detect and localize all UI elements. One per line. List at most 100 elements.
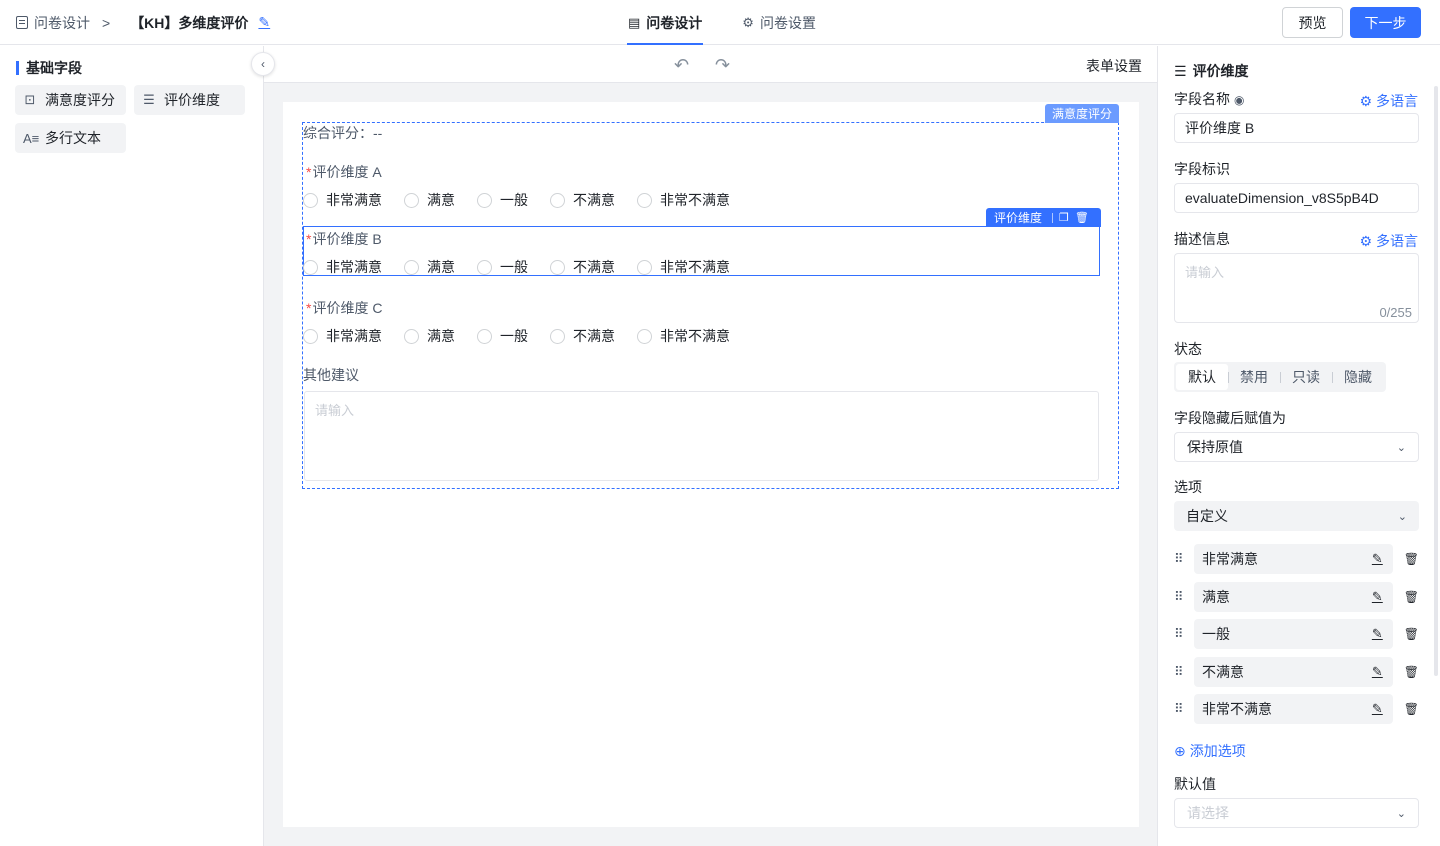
tab-survey-settings[interactable]: ⚙ 问卷设置 (741, 0, 817, 45)
status-default[interactable]: 默认 (1176, 364, 1228, 390)
redo-icon[interactable]: ↷ (715, 55, 730, 76)
radio-circle[interactable] (637, 328, 652, 344)
dimension-c-options: 非常满意 满意 一般 不满意 非常不满意 (303, 326, 752, 346)
option-input[interactable]: 非常满意 ✎ (1193, 544, 1393, 574)
radio-option[interactable]: 一般 (477, 257, 528, 277)
edit-icon[interactable]: ✎ (1372, 589, 1383, 605)
field-evaluation-dimension[interactable]: ☰ 评价维度 (134, 85, 245, 115)
radio-option[interactable]: 满意 (404, 190, 455, 210)
radio-option[interactable]: 不满意 (550, 190, 615, 210)
chevron-left-icon: ‹ (261, 57, 265, 71)
drag-handle-icon[interactable]: ⠿ (1174, 551, 1186, 567)
radio-option[interactable]: 不满意 (550, 257, 615, 277)
radio-circle[interactable] (637, 259, 652, 275)
option-input[interactable]: 非常不满意 ✎ (1193, 694, 1393, 724)
status-disabled[interactable]: 禁用 (1228, 364, 1280, 390)
radio-option[interactable]: 不满意 (550, 326, 615, 346)
drag-handle-icon[interactable]: ⠿ (1174, 589, 1186, 605)
radio-option[interactable]: 非常不满意 (637, 326, 730, 346)
field-multiline-text[interactable]: A≡ 多行文本 (15, 123, 126, 153)
delete-icon[interactable]: 🗑 (1404, 665, 1419, 679)
gear-icon: ⚙ (1359, 232, 1372, 249)
collapse-panel-button[interactable]: ‹ (251, 52, 275, 76)
delete-icon[interactable]: 🗑 (1404, 552, 1419, 566)
properties-panel: ☰ 评价维度 字段名称 ◉ ⚙ 多语言 评价维度 B 字段标识 evaluateDi… (1157, 46, 1440, 846)
field-id-input[interactable]: evaluateDimension_v8S5pB4D (1174, 183, 1419, 213)
field-name-input[interactable]: 评价维度 B (1174, 113, 1419, 143)
radio-circle[interactable] (477, 328, 492, 344)
default-value-select[interactable]: 请选择 ⌄ (1174, 798, 1419, 828)
radio-circle[interactable] (550, 192, 565, 208)
option-item: ⠿ 满意 ✎ 🗑 (1174, 582, 1419, 612)
delete-icon[interactable]: 🗑 (1075, 211, 1089, 224)
radio-option[interactable]: 非常满意 (303, 257, 382, 277)
radio-circle[interactable] (550, 259, 565, 275)
next-step-button[interactable]: 下一步 (1350, 7, 1421, 38)
status-segmented-control: 默认 禁用 只读 隐藏 (1174, 362, 1386, 392)
copy-icon[interactable]: ❐ (1059, 211, 1069, 224)
add-option-button[interactable]: ⊕ 添加选项 (1174, 741, 1246, 761)
radio-option[interactable]: 满意 (404, 257, 455, 277)
breadcrumb-root[interactable]: 问卷设计 (34, 13, 90, 33)
tab-survey-design[interactable]: ▤ 问卷设计 (627, 0, 704, 45)
option-label: 不满意 (573, 192, 615, 208)
status-readonly[interactable]: 只读 (1280, 364, 1332, 390)
radio-option[interactable]: 非常不满意 (637, 257, 730, 277)
label-text: 字段名称 (1174, 91, 1230, 107)
selected-field-tag: 评价维度 (994, 211, 1043, 225)
edit-icon[interactable]: ✎ (1372, 701, 1383, 717)
delete-icon[interactable]: 🗑 (1404, 702, 1419, 716)
radio-circle[interactable] (303, 192, 318, 208)
delete-icon[interactable]: 🗑 (1404, 627, 1419, 641)
form-settings-link[interactable]: 表单设置 (1086, 56, 1142, 76)
edit-icon[interactable]: ✎ (1372, 551, 1383, 567)
hidden-value-label: 字段隐藏后赋值为 (1174, 410, 1286, 426)
undo-icon[interactable]: ↶ (674, 55, 689, 76)
radio-option[interactable]: 一般 (477, 326, 528, 346)
option-text: 非常满意 (1201, 551, 1258, 567)
drag-handle-icon[interactable]: ⠿ (1174, 701, 1186, 717)
radio-circle[interactable] (550, 328, 565, 344)
field-satisfaction-rating[interactable]: ⊡ 满意度评分 (15, 85, 126, 115)
description-textarea[interactable]: 请输入 0/255 (1174, 253, 1419, 323)
dimension-b-selected[interactable]: 评价维度 ❐ 🗑 *评价维度 B 非常满意 满意 一般 不满意 非常不满意 (303, 208, 1101, 277)
radio-circle[interactable] (303, 259, 318, 275)
radio-circle[interactable] (404, 259, 419, 275)
option-input[interactable]: 满意 ✎ (1193, 582, 1393, 612)
edit-icon[interactable]: ✎ (258, 14, 270, 31)
radio-circle[interactable] (404, 192, 419, 208)
edit-icon[interactable]: ✎ (1372, 626, 1383, 642)
document-icon (16, 16, 28, 29)
multilang-link[interactable]: ⚙ 多语言 (1359, 231, 1418, 251)
radio-circle[interactable] (303, 328, 318, 344)
dimension-a-label: *评价维度 A (306, 162, 382, 182)
radio-circle[interactable] (637, 192, 652, 208)
radio-option[interactable]: 非常满意 (303, 190, 382, 210)
radio-circle[interactable] (477, 192, 492, 208)
drag-handle-icon[interactable]: ⠿ (1174, 626, 1186, 642)
radio-circle[interactable] (477, 259, 492, 275)
option-label: 一般 (500, 192, 528, 208)
breadcrumb: 问卷设计 > 【KH】多维度评价 ✎ (16, 0, 270, 45)
scrollbar[interactable] (1434, 86, 1438, 676)
preview-button[interactable]: 预览 (1282, 7, 1343, 38)
options-mode-select[interactable]: 自定义 ⌄ (1174, 501, 1419, 531)
radio-option[interactable]: 非常满意 (303, 326, 382, 346)
satisfaction-group[interactable]: 满意度评分 综合评分：-- *评价维度 A 非常满意 满意 一般 不满意 非常不… (302, 104, 1119, 489)
radio-circle[interactable] (404, 328, 419, 344)
status-hidden[interactable]: 隐藏 (1332, 364, 1384, 390)
multilang-link[interactable]: ⚙ 多语言 (1359, 91, 1418, 111)
option-label: 满意 (427, 328, 455, 344)
radio-option[interactable]: 一般 (477, 190, 528, 210)
radio-option[interactable]: 非常不满意 (637, 190, 730, 210)
radio-option[interactable]: 满意 (404, 326, 455, 346)
eye-icon[interactable]: ◉ (1234, 93, 1244, 107)
drag-handle-icon[interactable]: ⠿ (1174, 664, 1186, 680)
chevron-right-icon: > (102, 14, 111, 31)
hidden-value-select[interactable]: 保持原值 ⌄ (1174, 432, 1419, 462)
other-suggestion-textarea[interactable]: 请输入 (304, 391, 1099, 481)
option-input[interactable]: 不满意 ✎ (1193, 657, 1393, 687)
option-input[interactable]: 一般 ✎ (1193, 619, 1393, 649)
edit-icon[interactable]: ✎ (1372, 664, 1383, 680)
delete-icon[interactable]: 🗑 (1404, 590, 1419, 604)
